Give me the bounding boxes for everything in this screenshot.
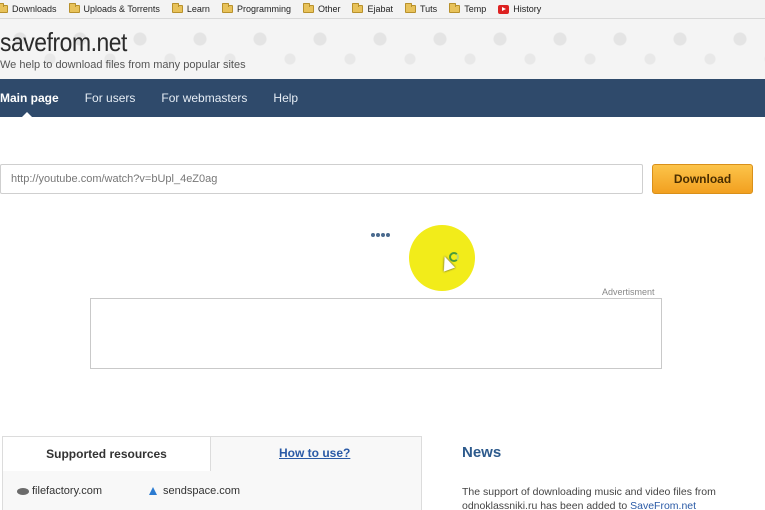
folder-icon: [405, 3, 417, 13]
bookmark-uploads-torrents[interactable]: Uploads & Torrents: [68, 3, 160, 14]
bookmark-label: Learn: [186, 4, 210, 14]
bookmark-label: Other: [317, 4, 341, 14]
download-button[interactable]: Download: [652, 164, 753, 194]
bookmark-tuts[interactable]: Tuts: [405, 3, 438, 14]
tab-supported-resources[interactable]: Supported resources: [2, 436, 211, 471]
tab-how-to-use[interactable]: How to use?: [279, 446, 350, 460]
youtube-icon: [498, 4, 510, 14]
bookmark-label: Downloads: [12, 4, 57, 14]
nav-help[interactable]: Help: [273, 79, 298, 117]
news-text-line1: The support of downloading music and vid…: [462, 486, 716, 498]
ad-box: [90, 298, 662, 369]
bookmark-ejabat[interactable]: Ejabat: [352, 3, 394, 14]
bookmark-label: Ejabat: [367, 4, 394, 14]
filefactory-icon: [17, 487, 29, 495]
bookmark-label: Uploads & Torrents: [83, 4, 160, 14]
main-nav: Main page For users For webmasters Help: [0, 79, 765, 117]
folder-icon: [449, 3, 461, 13]
bookmark-label: Temp: [464, 4, 487, 14]
bookmark-label: History: [513, 4, 542, 14]
folder-icon: [352, 3, 364, 13]
loading-indicator: [371, 233, 391, 237]
folder-icon: [302, 3, 314, 13]
folder-icon: [221, 3, 233, 13]
nav-for-users[interactable]: For users: [85, 79, 136, 117]
news-text-line2: odnoklassniki.ru has been added to: [462, 500, 631, 510]
news-link[interactable]: SaveFrom.net: [630, 500, 696, 510]
ad-label: Advertisment: [602, 287, 655, 297]
sendspace-icon: [149, 487, 157, 495]
bookmark-temp[interactable]: Temp: [449, 3, 487, 14]
bookmarks-bar: Downloads Uploads & Torrents Learn Progr…: [0, 0, 765, 19]
bookmark-other[interactable]: Other: [302, 3, 341, 14]
site-header: savefrom.net We help to download files f…: [0, 19, 765, 79]
bookmark-programming[interactable]: Programming: [221, 3, 291, 14]
news-text: The support of downloading music and vid…: [462, 485, 762, 510]
nav-main-page[interactable]: Main page: [0, 79, 59, 117]
news-title: News: [462, 444, 502, 461]
site-logo[interactable]: savefrom.net: [0, 27, 127, 58]
folder-icon: [0, 3, 8, 13]
bookmark-learn[interactable]: Learn: [171, 3, 210, 14]
bookmark-label: Programming: [236, 4, 291, 14]
resource-label: filefactory.com: [32, 485, 103, 497]
resource-label: sendspace.com: [163, 485, 241, 497]
bookmark-history[interactable]: History: [498, 4, 541, 14]
resource-item[interactable]: sendspace.com: [149, 485, 240, 497]
folder-icon: [171, 3, 183, 13]
nav-for-webmasters[interactable]: For webmasters: [161, 79, 247, 117]
url-input[interactable]: [0, 164, 643, 194]
site-tagline: We help to download files from many popu…: [0, 59, 246, 71]
resource-item[interactable]: filefactory.com: [17, 485, 102, 497]
bookmark-label: Tuts: [420, 4, 438, 14]
bookmark-downloads[interactable]: Downloads: [0, 3, 57, 14]
folder-icon: [68, 3, 80, 13]
